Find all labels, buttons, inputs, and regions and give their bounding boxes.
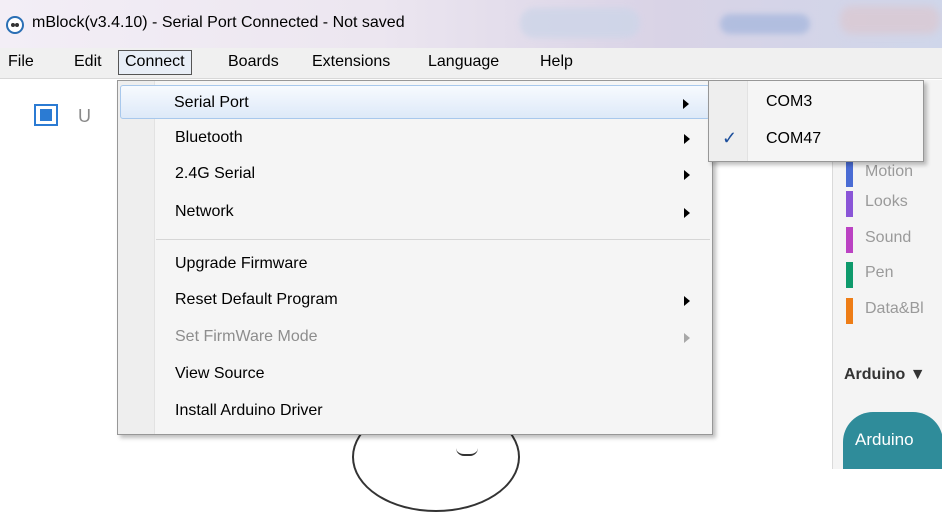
menu-item-set-firmware-mode: Set FirmWare Mode	[120, 320, 710, 354]
submenu-arrow-icon	[684, 134, 690, 144]
mblock-panda-icon	[6, 16, 24, 34]
menu-item-label: Upgrade Firmware	[175, 255, 308, 272]
arduino-hat-block[interactable]: Arduino	[843, 412, 942, 469]
menu-item-install-arduino-driver[interactable]: Install Arduino Driver	[120, 394, 710, 428]
window-title: mBlock(v3.4.10) - Serial Port Connected …	[32, 14, 405, 31]
menu-item-label: Reset Default Program	[175, 291, 338, 308]
menu-item-upgrade-firmware[interactable]: Upgrade Firmware	[120, 247, 710, 281]
menu-item-reset-default-program[interactable]: Reset Default Program	[120, 283, 710, 317]
menu-item-label: Install Arduino Driver	[175, 402, 323, 419]
menu-separator	[156, 239, 710, 240]
titlebar-blur-decoration	[720, 14, 810, 34]
arduino-block-label: Arduino	[855, 430, 914, 449]
category-label: Motion	[865, 163, 914, 180]
menu-connect[interactable]: Connect	[118, 50, 192, 75]
menu-item-label: Serial Port	[174, 94, 249, 111]
menu-file[interactable]: File	[4, 53, 38, 71]
menu-item-label: View Source	[175, 365, 265, 382]
menu-item-label: 2.4G Serial	[175, 165, 256, 182]
category-label: Pen	[865, 264, 894, 281]
looks-color-swatch	[846, 191, 853, 217]
category-label: Looks	[865, 193, 908, 210]
menu-item-serial-port[interactable]: Serial Port	[120, 85, 710, 119]
menu-item-2-4g-serial[interactable]: 2.4G Serial	[120, 157, 710, 191]
pen-color-swatch	[846, 262, 853, 288]
sound-color-swatch	[846, 227, 853, 253]
motion-color-swatch	[846, 161, 853, 187]
category-label: Sound	[865, 229, 912, 246]
port-label: COM3	[766, 93, 813, 110]
submenu-arrow-icon	[683, 99, 689, 109]
title-bar: mBlock(v3.4.10) - Serial Port Connected …	[0, 0, 942, 48]
menu-item-label: Bluetooth	[175, 129, 243, 146]
menu-language[interactable]: Language	[424, 53, 503, 71]
submenu-arrow-icon	[684, 333, 690, 343]
submenu-arrow-icon	[684, 296, 690, 306]
titlebar-blur-decoration	[840, 6, 940, 34]
menu-item-label: Network	[175, 203, 234, 220]
menu-bar: File Edit Connect Boards Extensions Lang…	[0, 48, 942, 79]
serial-port-submenu: COM3 ✓ COM47	[708, 80, 924, 162]
menu-help[interactable]: Help	[536, 53, 577, 71]
data-color-swatch	[846, 298, 853, 324]
submenu-arrow-icon	[684, 170, 690, 180]
checkmark-icon: ✓	[722, 128, 738, 148]
menu-edit[interactable]: Edit	[70, 53, 106, 71]
menu-item-bluetooth[interactable]: Bluetooth	[120, 121, 710, 155]
menu-item-label: Set FirmWare Mode	[175, 328, 318, 345]
fullscreen-icon[interactable]	[34, 104, 58, 126]
submenu-arrow-icon	[684, 208, 690, 218]
submenu-item-com47[interactable]: ✓ COM47	[711, 122, 921, 156]
toolbar-partial-label: U	[78, 106, 91, 126]
menu-boards[interactable]: Boards	[224, 53, 283, 71]
arduino-dropdown[interactable]: Arduino ▼	[844, 366, 926, 384]
connect-menu: Serial Port Bluetooth 2.4G Serial Networ…	[117, 80, 713, 435]
menu-extensions[interactable]: Extensions	[308, 53, 394, 71]
category-label: Data&Bl	[865, 300, 924, 317]
menu-item-network[interactable]: Network	[120, 195, 710, 229]
submenu-item-com3[interactable]: COM3	[711, 85, 921, 119]
port-label: COM47	[766, 130, 822, 147]
menu-item-view-source[interactable]: View Source	[120, 357, 710, 391]
titlebar-blur-decoration	[520, 8, 640, 38]
